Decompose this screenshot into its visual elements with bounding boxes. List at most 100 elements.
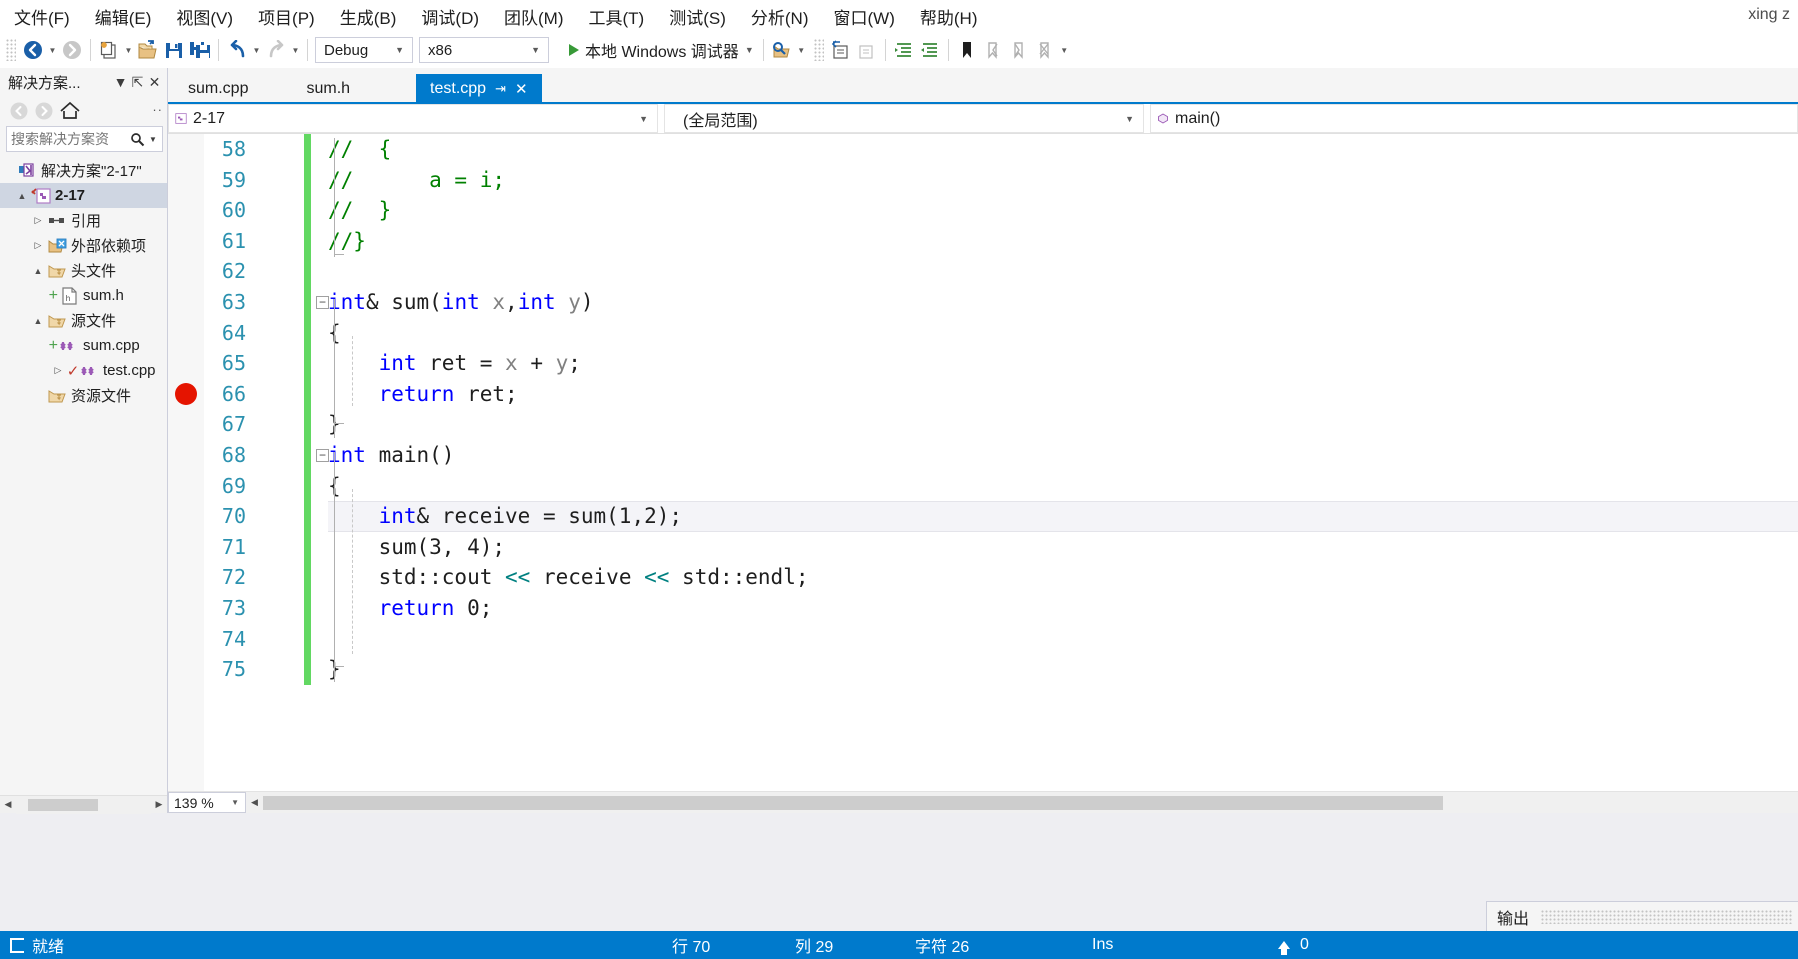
home-icon[interactable] [58, 100, 82, 122]
tab-sum-cpp[interactable]: sum.cpp [174, 74, 262, 104]
menu-file[interactable]: 文件(F) [3, 1, 81, 32]
editor-hscrollbar[interactable]: ◀ [246, 792, 1798, 814]
status-pending-changes[interactable]: 0 [1278, 936, 1309, 955]
navbar-member-dropdown[interactable]: main() [1150, 104, 1798, 133]
code-line[interactable]: 68− int main() [168, 439, 1798, 471]
scroll-left-icon[interactable]: ◀ [246, 797, 263, 808]
open-file-icon[interactable] [135, 37, 161, 63]
save-all-icon[interactable] [187, 37, 213, 63]
close-icon[interactable]: ✕ [146, 72, 163, 92]
tree-arrow[interactable]: ▷ [50, 365, 66, 376]
undo-icon[interactable] [224, 37, 250, 63]
code-editor[interactable]: 58 // {59 // a = i; 60 // } 61//} 62 63− int& su… [168, 134, 1798, 791]
solution-explorer-overflow-icon[interactable]: ·· [152, 102, 163, 117]
menu-help[interactable]: 帮助(H) [909, 1, 989, 32]
clear-bookmarks-icon[interactable] [1032, 37, 1058, 63]
forward-icon[interactable] [33, 100, 55, 122]
menu-debug[interactable]: 调试(D) [410, 1, 490, 32]
next-bookmark-icon[interactable] [1006, 37, 1032, 63]
start-debugging-button[interactable]: 本地 Windows 调试器 ▼ [563, 37, 758, 63]
menu-window[interactable]: 窗口(W) [823, 1, 906, 32]
solution-search-box[interactable]: ▼ [6, 126, 163, 152]
uncomment-icon[interactable] [854, 37, 880, 63]
code-line[interactable]: 61//} [168, 225, 1798, 257]
search-icon[interactable] [128, 132, 146, 147]
bookmark-icon[interactable] [954, 37, 980, 63]
menu-tools[interactable]: 工具(T) [578, 1, 656, 32]
tree-item-solution[interactable]: 解决方案"2-17" [0, 158, 167, 183]
menu-test[interactable]: 测试(S) [658, 1, 737, 32]
code-line[interactable]: 70 int& receive = sum(1,2); [168, 501, 1798, 532]
close-icon[interactable]: ✕ [515, 80, 528, 98]
zoom-level-combo[interactable]: 139 % ▼ [168, 792, 246, 813]
redo-dropdown[interactable]: ▼ [289, 37, 302, 63]
solution-config-combo[interactable]: Debug ▼ [315, 37, 413, 63]
navbar-project-dropdown[interactable]: 2-17 ▼ [168, 104, 658, 133]
code-line[interactable]: 62 [168, 256, 1798, 287]
menu-project[interactable]: 项目(P) [247, 1, 326, 32]
menu-analyze[interactable]: 分析(N) [740, 1, 820, 32]
tree-arrow[interactable]: ▲ [30, 316, 46, 326]
find-icon[interactable] [769, 37, 795, 63]
navigate-forward-icon[interactable] [59, 37, 85, 63]
tab-test-cpp[interactable]: test.cpp ⇥ ✕ [416, 74, 542, 104]
output-panel[interactable]: 输出 [1486, 901, 1798, 931]
pin-icon[interactable]: ⇱ [129, 72, 146, 92]
tree-arrow[interactable]: ▷ [30, 215, 46, 226]
menu-view[interactable]: 视图(V) [165, 1, 244, 32]
tree-item-resource-files-folder[interactable]: 资源文件 [0, 383, 167, 408]
toolbar-grip[interactable] [6, 39, 16, 61]
scroll-left-icon[interactable]: ◀ [0, 799, 16, 810]
scroll-thumb[interactable] [263, 795, 1443, 810]
undo-dropdown[interactable]: ▼ [250, 37, 263, 63]
code-line[interactable]: 74 [168, 623, 1798, 655]
search-input[interactable] [11, 131, 128, 147]
output-panel-grip[interactable] [1541, 909, 1792, 924]
comment-icon[interactable] [828, 37, 854, 63]
prev-bookmark-icon[interactable] [980, 37, 1006, 63]
tree-item-sum-h[interactable]: + h sum.h [0, 283, 167, 308]
menu-build[interactable]: 生成(B) [329, 1, 408, 32]
save-icon[interactable] [161, 37, 187, 63]
code-line[interactable]: 60 // } [168, 195, 1798, 226]
code-line[interactable]: 59 // a = i; [168, 164, 1798, 196]
chevron-down-icon[interactable]: ▼ [112, 72, 129, 92]
tree-item-source-files-folder[interactable]: ▲ 源文件 [0, 308, 167, 333]
code-line[interactable]: 64{ [168, 317, 1798, 349]
tree-item-references[interactable]: ▷ 引用 [0, 208, 167, 233]
indent-icon[interactable] [891, 37, 917, 63]
code-line[interactable]: 63− int& sum(int x,int y) [168, 286, 1798, 318]
tree-item-sum-cpp[interactable]: + sum.cpp [0, 333, 167, 358]
code-line[interactable]: 73 return 0; [168, 592, 1798, 624]
tree-arrow[interactable]: ▲ [14, 191, 30, 201]
code-line[interactable]: 72 std::cout << receive << std::endl; [168, 562, 1798, 593]
code-line[interactable]: 75} [168, 654, 1798, 685]
code-line[interactable]: 71 sum(3, 4); [168, 531, 1798, 563]
new-item-dropdown[interactable]: ▼ [122, 37, 135, 63]
code-line[interactable]: 58 // { [168, 134, 1798, 165]
tree-item-test-cpp[interactable]: ▷ ✓ test.cpp [0, 358, 167, 383]
chevron-down-icon[interactable]: ▼ [745, 45, 754, 55]
toolbar-grip[interactable] [813, 39, 824, 61]
search-options-dropdown-icon[interactable]: ▼ [146, 129, 160, 149]
tree-arrow[interactable]: ▲ [30, 266, 46, 276]
tree-item-header-files-folder[interactable]: ▲ 头文件 [0, 258, 167, 283]
scroll-track[interactable] [263, 794, 1798, 811]
outdent-icon[interactable] [917, 37, 943, 63]
navigate-back-dropdown[interactable]: ▼ [46, 37, 59, 63]
redo-icon[interactable] [263, 37, 289, 63]
find-dropdown[interactable]: ▼ [795, 37, 808, 63]
tab-sum-h[interactable]: sum.h [292, 74, 364, 104]
pin-icon[interactable]: ⇥ [495, 81, 506, 97]
code-line[interactable]: 66 return ret; [168, 378, 1798, 410]
solution-explorer-hscrollbar[interactable]: ◀ ▶ [0, 795, 167, 814]
code-line[interactable]: 65 int ret = x + y; [168, 348, 1798, 379]
menu-team[interactable]: 团队(M) [493, 1, 574, 32]
solution-platform-combo[interactable]: x86 ▼ [419, 37, 549, 63]
tree-arrow[interactable]: ▷ [30, 240, 46, 251]
signed-in-user[interactable]: xing z [1748, 6, 1790, 24]
back-icon[interactable] [8, 100, 30, 122]
new-item-icon[interactable] [96, 37, 122, 63]
menu-edit[interactable]: 编辑(E) [84, 1, 163, 32]
scroll-track[interactable] [16, 795, 151, 814]
